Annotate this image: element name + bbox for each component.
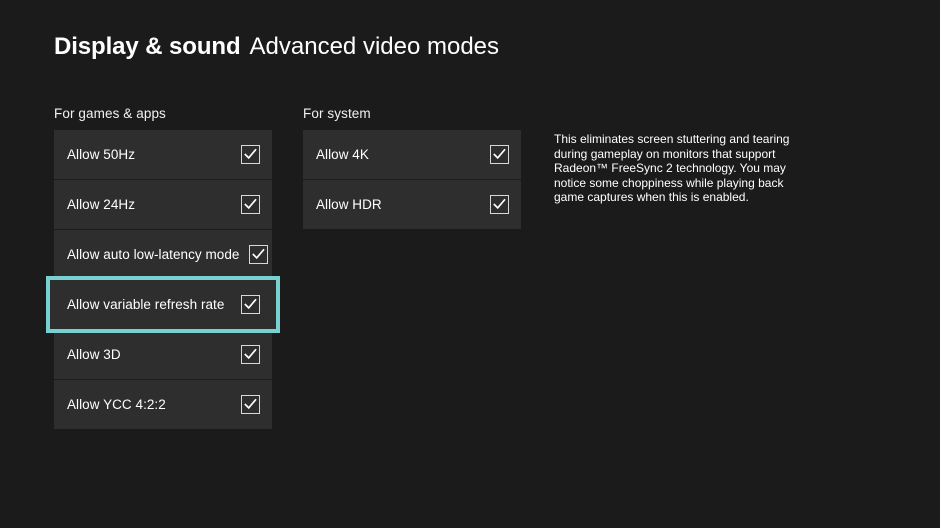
settings-list-system: Allow 4K Allow HDR (303, 130, 521, 229)
column-header-games-apps: For games & apps (54, 106, 166, 121)
settings-row[interactable]: Allow 4K (303, 130, 521, 179)
settings-row[interactable]: Allow 50Hz (54, 130, 272, 179)
settings-row-label: Allow auto low-latency mode (67, 247, 240, 262)
settings-row[interactable]: Allow variable refresh rate (46, 276, 280, 333)
column-games-apps: For games & apps Allow 50Hz Allow 24Hz All… (46, 106, 280, 429)
checkbox[interactable] (241, 345, 260, 364)
check-icon (252, 248, 266, 260)
settings-page: Display & sound Advanced video modes For… (0, 0, 940, 528)
settings-row-label: Allow HDR (316, 197, 382, 212)
settings-row-label: Allow 24Hz (67, 197, 136, 212)
check-icon (493, 148, 506, 160)
settings-row[interactable]: Allow HDR (303, 180, 521, 229)
checkbox[interactable] (490, 145, 509, 164)
settings-row[interactable]: Allow 24Hz (54, 180, 272, 229)
checkbox[interactable] (249, 245, 269, 264)
settings-row-label: Allow YCC 4:2:2 (67, 397, 166, 412)
check-icon (244, 398, 257, 410)
description-text: This eliminates screen stuttering and te… (554, 132, 790, 205)
check-icon (244, 148, 257, 160)
settings-row-label: Allow 50Hz (67, 147, 136, 162)
settings-row[interactable]: Allow 3D (54, 330, 272, 379)
check-icon (493, 198, 506, 210)
settings-row-label: Allow 3D (67, 347, 121, 362)
settings-row[interactable]: Allow auto low-latency mode (54, 230, 272, 279)
checkbox[interactable] (241, 195, 260, 214)
settings-row-label: Allow variable refresh rate (67, 297, 225, 312)
page-title-primary: Display & sound (54, 33, 241, 60)
settings-row-label: Allow 4K (316, 147, 369, 162)
column-system: For system Allow 4K Allow HDR (303, 106, 521, 229)
checkbox[interactable] (490, 195, 509, 214)
settings-list-games-apps: Allow 50Hz Allow 24Hz Allow auto low-laten… (46, 130, 280, 429)
check-icon (244, 298, 257, 310)
checkbox[interactable] (241, 395, 260, 414)
checkbox[interactable] (241, 295, 260, 314)
page-title: Display & sound Advanced video modes (54, 33, 499, 61)
check-icon (244, 198, 257, 210)
page-title-secondary: Advanced video modes (249, 33, 500, 60)
check-icon (244, 348, 257, 360)
column-header-system: For system (303, 106, 371, 121)
settings-row[interactable]: Allow YCC 4:2:2 (54, 380, 272, 429)
checkbox[interactable] (241, 145, 260, 164)
